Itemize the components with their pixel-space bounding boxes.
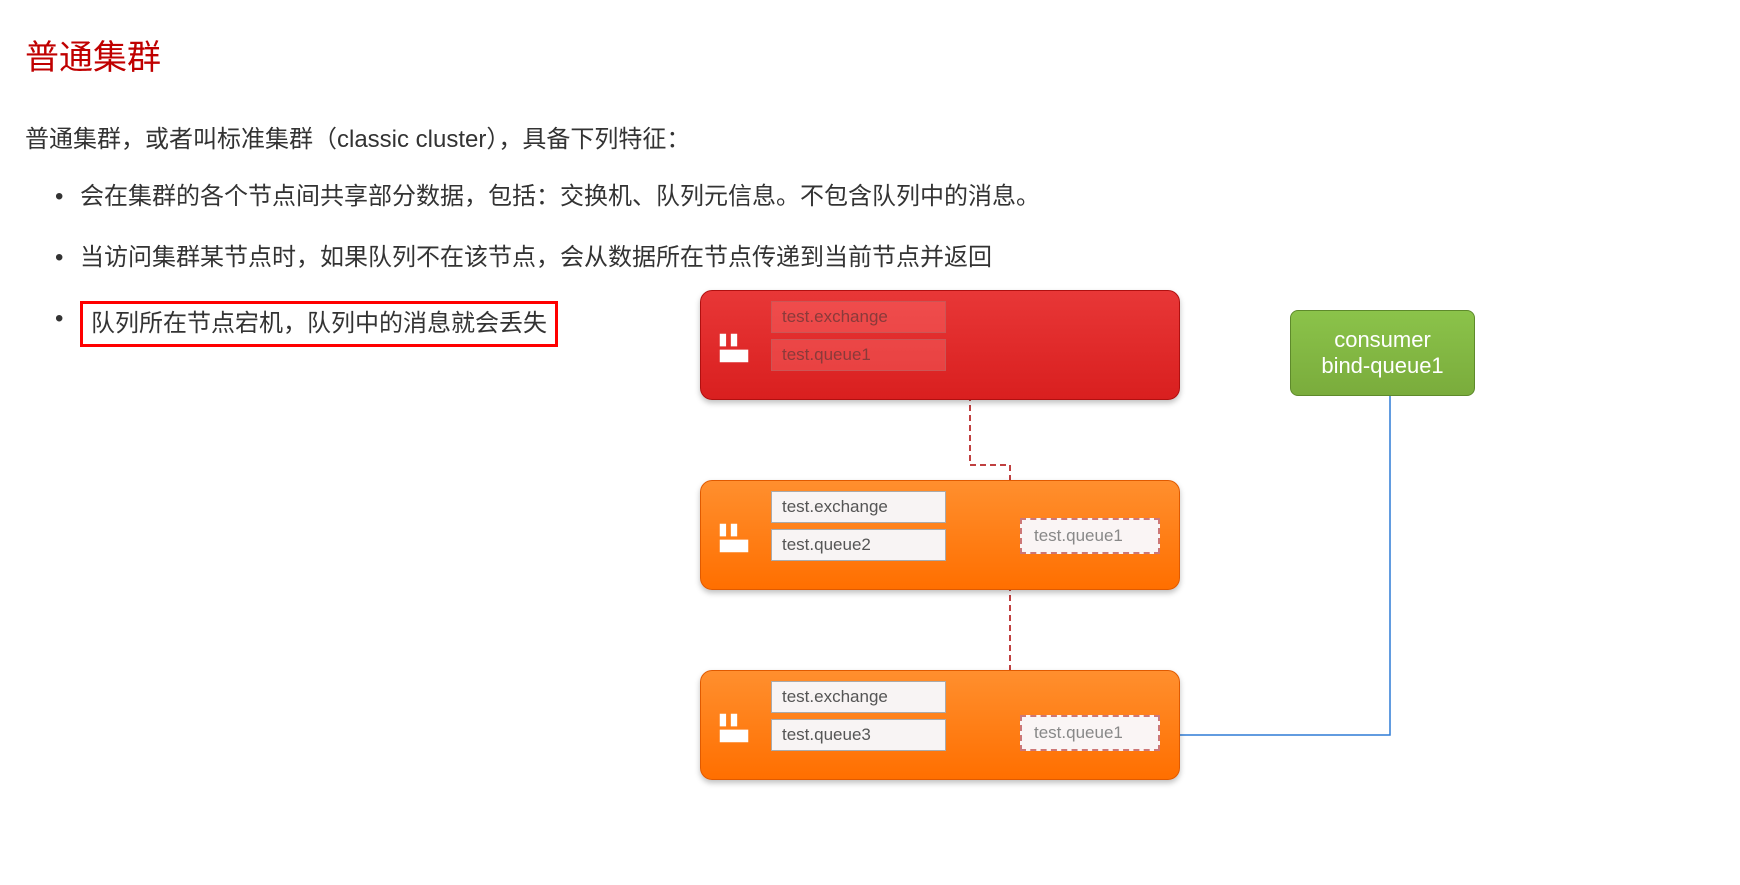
page-title: 普通集群 [25,30,1715,79]
rabbitmq-icon [715,329,753,367]
consumer-box: consumer bind-queue1 [1290,310,1475,396]
ghost-queue-3: test.queue1 [1020,715,1160,751]
rabbitmq-icon [715,709,753,747]
exchange-label: test.exchange [771,301,946,333]
highlighted-feature: 队列所在节点宕机，队列中的消息就会丢失 [80,301,558,347]
intro-text: 普通集群，或者叫标准集群（classic cluster），具备下列特征： [25,119,1715,154]
exchange-label: test.exchange [771,491,946,523]
queue-label: test.queue3 [771,719,946,751]
queue-label: test.queue2 [771,529,946,561]
rabbitmq-icon [715,519,753,557]
feature-item-2: 当访问集群某节点时，如果队列不在该节点，会从数据所在节点传递到当前节点并返回 [55,240,1715,276]
consumer-line1: consumer [1309,327,1456,353]
feature-item-1: 会在集群的各个节点间共享部分数据，包括：交换机、队列元信息。不包含队列中的消息。 [55,179,1715,215]
node-1-down: test.exchange test.queue1 [700,290,1180,400]
ghost-queue-2: test.queue1 [1020,518,1160,554]
consumer-line2: bind-queue1 [1309,353,1456,379]
cluster-diagram: test.exchange test.queue1 test.exchange … [700,290,1720,870]
exchange-label: test.exchange [771,681,946,713]
queue-label: test.queue1 [771,339,946,371]
